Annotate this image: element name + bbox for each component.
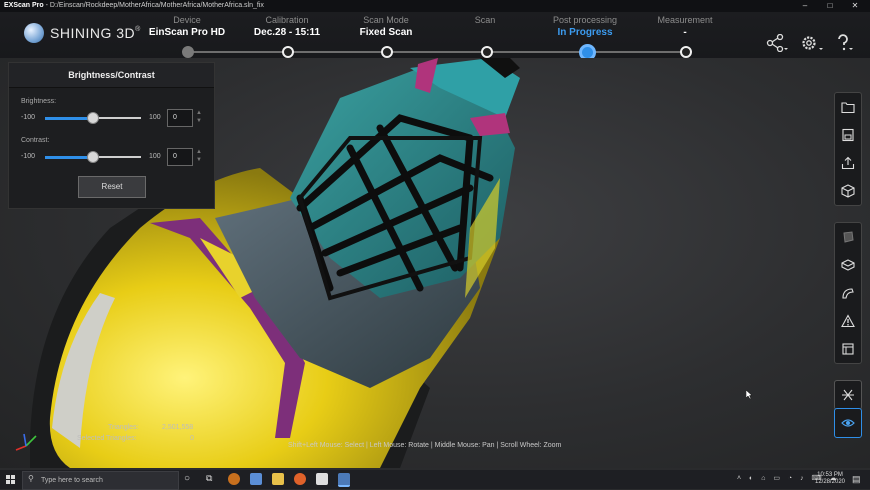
brightness-label: Brightness: <box>21 98 57 105</box>
triangles-label: Triangles: <box>108 424 139 431</box>
windows-start-icon[interactable] <box>6 475 15 484</box>
visibility-toolbar <box>834 408 862 438</box>
brightness-fill <box>45 117 93 120</box>
contrast-slider-handle[interactable] <box>87 151 99 163</box>
brightness-spinner-icon[interactable]: ▲ ▼ <box>195 109 203 125</box>
maximize-icon[interactable]: □ <box>818 0 842 12</box>
window-titlebar: EXScan Pro - D:/Einscan/Rockdeep/MotherA… <box>0 0 870 12</box>
step-post-processing[interactable]: Post processing In Progress <box>530 15 640 38</box>
contrast-min: -100 <box>21 153 36 160</box>
shining3d-logo: SHINING 3D ® <box>24 22 140 44</box>
app-icon-2[interactable] <box>250 473 262 485</box>
step-scan[interactable]: Scan <box>430 15 540 27</box>
plane-icon[interactable] <box>835 251 861 279</box>
export-icon[interactable] <box>835 149 861 177</box>
mouse-hint: Shift+Left Mouse: Select | Left Mouse: R… <box>288 442 562 449</box>
step-dot-measurement <box>680 46 692 58</box>
contrast-slider-row: -100 100 0 ▲ ▼ <box>21 148 211 166</box>
help-icon[interactable] <box>835 34 855 57</box>
taskbar-clock[interactable]: 10:53 PM 12/28/2020 <box>808 472 852 486</box>
notification-icon[interactable]: ▤ <box>852 474 861 485</box>
minimize-icon[interactable]: – <box>793 0 817 12</box>
task-view-icon[interactable]: ⧉ <box>206 473 212 484</box>
step-dot-scan-mode <box>381 46 393 58</box>
logo-text: SHINING 3D <box>50 25 136 41</box>
exscan-taskbar-icon[interactable] <box>338 473 350 487</box>
view-toolbar <box>834 380 862 410</box>
cube-icon[interactable] <box>835 177 861 205</box>
close-icon[interactable]: ✕ <box>843 0 867 12</box>
eye-icon[interactable] <box>835 409 861 437</box>
brightness-slider-handle[interactable] <box>87 112 99 124</box>
mask-icon[interactable] <box>835 223 861 251</box>
step-device[interactable]: Device EinScan Pro HD <box>132 15 242 38</box>
contrast-input[interactable]: 0 <box>167 148 193 166</box>
mouse-cursor-icon <box>746 390 753 400</box>
smooth-icon[interactable] <box>835 279 861 307</box>
taskbar-search-input[interactable]: Type here to search <box>22 471 179 490</box>
windows-taskbar: Type here to search ⚲ ○ ⧉ ˄ ◐ ⌂ ▭ ◔ ♪ ⌨ … <box>0 470 870 490</box>
app-icon-5[interactable] <box>316 473 328 485</box>
app-icon-1[interactable] <box>228 473 240 485</box>
progress-line <box>186 51 686 53</box>
app-name: EXScan Pro <box>4 2 44 9</box>
file-path: - D:/Einscan/Rockdeep/MotherAfrica/Mothe… <box>43 2 264 9</box>
brightness-slider-row: -100 100 0 ▲ ▼ <box>21 109 211 127</box>
step-scan-mode[interactable]: Scan Mode Fixed Scan <box>331 15 441 38</box>
brightness-input[interactable]: 0 <box>167 109 193 127</box>
brightness-max: 100 <box>149 114 161 121</box>
contrast-max: 100 <box>149 153 161 160</box>
contrast-fill <box>45 156 93 159</box>
axis-triad-icon <box>15 433 37 451</box>
reset-button[interactable]: Reset <box>78 176 146 198</box>
box-icon[interactable] <box>835 335 861 363</box>
brightness-min: -100 <box>21 114 36 121</box>
step-measurement[interactable]: Measurement - <box>630 15 740 38</box>
contrast-label: Contrast: <box>21 137 50 144</box>
file-toolbar <box>834 92 862 206</box>
panel-title: Brightness/Contrast <box>9 63 214 88</box>
triangles-value: 2,501,558 <box>162 424 194 431</box>
search-icon: ⚲ <box>28 474 34 483</box>
folder-icon[interactable] <box>835 93 861 121</box>
edit-toolbar <box>834 222 862 364</box>
contrast-spinner-icon[interactable]: ▲ ▼ <box>195 148 203 164</box>
step-calibration[interactable]: Calibration Dec.28 - 15:11 <box>232 15 342 38</box>
file-explorer-icon[interactable] <box>272 473 284 485</box>
mesh-icon[interactable] <box>835 381 861 409</box>
save-icon[interactable] <box>835 121 861 149</box>
firefox-icon[interactable] <box>294 473 306 485</box>
step-dot-calibration <box>282 46 294 58</box>
logo-icon <box>24 23 44 43</box>
gear-icon[interactable] <box>800 34 824 57</box>
selected-triangles-value: 0 <box>190 435 194 442</box>
step-dot-device <box>182 46 194 58</box>
warning-icon[interactable] <box>835 307 861 335</box>
step-dot-scan <box>481 46 493 58</box>
share-icon[interactable] <box>766 33 788 57</box>
cortana-icon[interactable]: ○ <box>184 473 190 484</box>
selected-triangles-label: Selected Triangles: <box>77 435 137 442</box>
brightness-contrast-panel: Brightness/Contrast Brightness: -100 100… <box>8 62 215 209</box>
